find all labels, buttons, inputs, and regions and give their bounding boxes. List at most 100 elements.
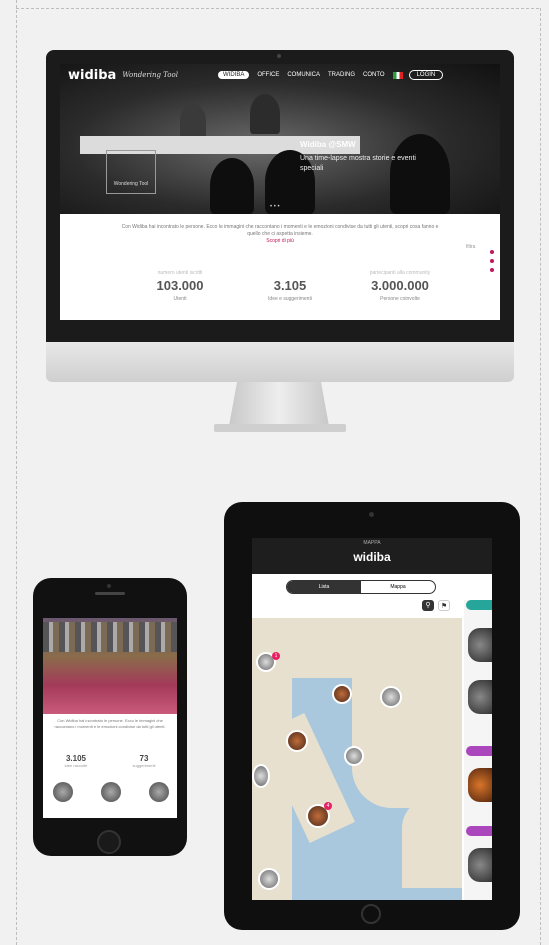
- map-marker[interactable]: [344, 746, 364, 766]
- stat-label: partecipanti alla community: [369, 270, 431, 276]
- hero-image: Wondering Tool Widiba @SMW Una time-laps…: [60, 64, 500, 214]
- avatar[interactable]: [101, 782, 121, 802]
- phone-stat: 3.105 idee raccolte: [51, 754, 101, 768]
- stat-ideas: 3.105 Idee e suggerimenti: [240, 270, 340, 302]
- tablet-header: MAPPA widiba: [252, 538, 492, 574]
- sidebar-thumb[interactable]: [468, 848, 492, 882]
- imac-stand: [229, 382, 329, 426]
- filter-icon[interactable]: ⚑: [438, 600, 450, 611]
- phone-stats: 3.105 idee raccolte 73 suggerimenti: [51, 754, 169, 768]
- home-button: [361, 904, 381, 924]
- map-marker[interactable]: [332, 684, 352, 704]
- hero-title: Widiba @SMW: [300, 140, 356, 149]
- stat-caption: Utenti: [173, 296, 187, 302]
- view-toggle: Lista Mappa: [286, 580, 436, 594]
- intro-body: Con Widiba hai incontrato le persone. Ec…: [121, 224, 439, 237]
- italy-flag-icon[interactable]: [392, 71, 403, 79]
- camera-icon: [277, 54, 281, 58]
- dot-icon[interactable]: [490, 259, 494, 263]
- dashed-border-right: [540, 8, 541, 945]
- iphone-mockup: Con Widiba hai incontrato le persone. Ec…: [33, 578, 187, 856]
- stat-value: 3.000.000: [371, 278, 429, 293]
- widiba-logo[interactable]: widiba: [252, 546, 492, 564]
- sidebar-tag[interactable]: [466, 826, 492, 836]
- page: Wondering Tool Widiba @SMW Una time-laps…: [0, 0, 549, 945]
- dashed-border-left: [16, 0, 17, 945]
- dot-icon[interactable]: [490, 268, 494, 272]
- marker-badge: 1: [272, 652, 280, 660]
- phone-stat: 73 suggerimenti: [119, 754, 169, 768]
- hero-subtitle: Una time-lapse mostra storie e eventi sp…: [300, 155, 416, 172]
- dot-icon[interactable]: [490, 250, 494, 254]
- marker-badge: 4: [324, 802, 332, 810]
- speaker-grille: [95, 592, 125, 595]
- imac-bezel: Wondering Tool Widiba @SMW Una time-laps…: [46, 50, 514, 342]
- toggle-map[interactable]: Mappa: [361, 581, 435, 593]
- nav-item-widiba[interactable]: WIDIBA: [217, 71, 250, 79]
- imac-foot: [214, 424, 346, 432]
- map-marker[interactable]: [258, 868, 280, 890]
- home-button: [97, 830, 121, 854]
- stat-people: partecipanti alla community 3.000.000 Pe…: [350, 270, 450, 302]
- stat-caption: Idee e suggerimenti: [268, 296, 312, 302]
- map-tools: ⚲ ⚑: [422, 600, 450, 611]
- imac-mockup: Wondering Tool Widiba @SMW Una time-laps…: [46, 50, 514, 436]
- phone-stat-value: 3.105: [65, 754, 87, 763]
- sidebar-thumb[interactable]: [468, 628, 492, 662]
- map-view[interactable]: 1 4: [252, 618, 462, 900]
- top-nav: widiba Wondering Tool WIDIBA OFFICE COMU…: [60, 64, 500, 86]
- toggle-list[interactable]: Lista: [287, 581, 361, 593]
- nav-item-office[interactable]: OFFICE: [257, 72, 279, 78]
- bottles-image: [43, 622, 177, 652]
- camera-icon: [107, 584, 111, 588]
- sidebar-tag[interactable]: [466, 746, 492, 756]
- map-marker[interactable]: [286, 730, 308, 752]
- pin-icon[interactable]: ⚲: [422, 600, 434, 611]
- phone-stat-caption: suggerimenti: [132, 763, 156, 768]
- hero-person: [250, 94, 280, 134]
- audience-head: [210, 158, 254, 214]
- nav-item-trading[interactable]: TRADING: [328, 72, 355, 78]
- intro-link[interactable]: Scopri di più: [266, 238, 294, 244]
- phone-stat-value: 73: [139, 754, 149, 763]
- stat-value: 103.000: [156, 278, 204, 293]
- sidebar-thumb[interactable]: [468, 768, 492, 802]
- stat-value: 3.105: [273, 278, 307, 293]
- phone-hero-image: [43, 618, 177, 714]
- stat-label: [240, 270, 340, 278]
- tagline: Wondering Tool: [122, 71, 178, 79]
- hero-pager[interactable]: • • •: [270, 204, 280, 210]
- intro-text: Con Widiba hai incontrato le persone. Ec…: [120, 224, 440, 245]
- stat-users: numero utenti iscritti 103.000 Utenti: [130, 270, 230, 302]
- stats-row: numero utenti iscritti 103.000 Utenti 3.…: [130, 270, 450, 302]
- login-button[interactable]: LOGIN: [408, 70, 444, 80]
- phone-avatars: [53, 782, 169, 802]
- phone-stat-caption: idee raccolte: [64, 763, 88, 768]
- hero-badge: Wondering Tool: [106, 150, 156, 194]
- camera-icon: [369, 512, 374, 517]
- desktop-screen: Wondering Tool Widiba @SMW Una time-laps…: [60, 64, 500, 320]
- map-marker[interactable]: [252, 764, 270, 788]
- side-dots[interactable]: [490, 250, 496, 277]
- sidebar-thumb[interactable]: [468, 680, 492, 714]
- tablet-sidebar: [464, 600, 492, 900]
- avatar[interactable]: [53, 782, 73, 802]
- sidebar-tag[interactable]: [466, 600, 492, 610]
- nav-item-conto[interactable]: CONTO: [363, 72, 385, 78]
- phone-screen: Con Widiba hai incontrato le persone. Ec…: [43, 618, 177, 818]
- nav-item-comunica[interactable]: COMUNICA: [287, 72, 320, 78]
- avatar[interactable]: [149, 782, 169, 802]
- stat-caption: Persone coinvolte: [380, 296, 420, 302]
- stat-label: numero utenti iscritti: [157, 270, 203, 276]
- tablet-section-label: MAPPA: [363, 540, 381, 546]
- ipad-mockup: MAPPA widiba Lista Mappa ⚲ ⚑ 1 4: [224, 502, 520, 930]
- audience-head: [390, 134, 450, 214]
- dashed-border-top: [16, 8, 539, 9]
- map-marker[interactable]: [380, 686, 402, 708]
- map-land: [402, 798, 462, 888]
- imac-chin: [46, 342, 514, 382]
- phone-intro-text: Con Widiba hai incontrato le persone. Ec…: [54, 718, 166, 729]
- filter-label[interactable]: filtra: [466, 244, 475, 250]
- map-land: [352, 658, 462, 808]
- widiba-logo[interactable]: widiba: [68, 68, 116, 83]
